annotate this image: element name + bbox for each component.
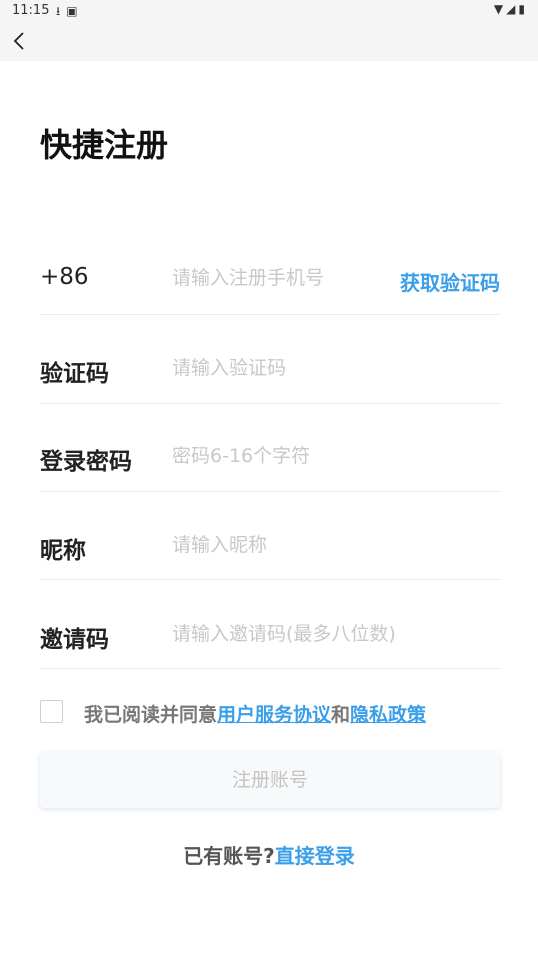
- nickname-label: 昵称: [40, 538, 86, 564]
- page-title: 快捷注册: [40, 126, 169, 164]
- battery-icon: ▮: [518, 2, 528, 16]
- user-agreement-link[interactable]: 用户服务协议: [217, 704, 331, 726]
- password-row: 登录密码: [40, 403, 500, 492]
- code-label: 验证码: [40, 361, 109, 387]
- status-right-icons: ▼◢▮: [494, 2, 528, 16]
- status-bar: 11:15 ⭳▣ ▼◢▮: [0, 0, 538, 22]
- status-time: 11:15: [12, 3, 50, 18]
- password-label: 登录密码: [40, 449, 132, 475]
- nav-bar: [0, 22, 538, 61]
- login-prefix: 已有账号?: [183, 844, 275, 868]
- agreement-prefix: 我已阅读并同意: [84, 704, 218, 726]
- status-left-icons: ⭳▣: [56, 2, 84, 23]
- login-prompt: 已有账号?直接登录: [0, 840, 538, 869]
- agreement-text: 我已阅读并同意用户服务协议和隐私政策: [84, 700, 426, 727]
- invite-row: 邀请码: [40, 580, 500, 669]
- download-icon: ⭳: [56, 4, 67, 18]
- phone-row: +86 获取验证码: [40, 226, 500, 315]
- agreement-row: 我已阅读并同意用户服务协议和隐私政策: [40, 700, 510, 727]
- code-row: 验证码: [40, 315, 500, 404]
- code-input[interactable]: [172, 357, 392, 379]
- country-code: +86: [40, 264, 89, 290]
- agreement-joiner: 和: [331, 704, 351, 726]
- phone-input[interactable]: [172, 267, 392, 289]
- nickname-input[interactable]: [172, 534, 392, 556]
- privacy-policy-link[interactable]: 隐私政策: [350, 704, 426, 726]
- register-button[interactable]: 注册账号: [40, 752, 500, 808]
- get-code-button[interactable]: 获取验证码: [400, 267, 500, 296]
- back-button[interactable]: [8, 28, 34, 54]
- invite-input[interactable]: [172, 623, 492, 645]
- notification-icon: ▣: [66, 4, 84, 18]
- login-link[interactable]: 直接登录: [275, 844, 355, 868]
- signal-icon: ◢: [506, 2, 519, 16]
- back-arrow-icon: [13, 32, 24, 50]
- wifi-icon: ▼: [493, 2, 507, 16]
- password-input[interactable]: [172, 445, 392, 467]
- nickname-row: 昵称: [40, 491, 500, 580]
- invite-label: 邀请码: [40, 627, 109, 653]
- agreement-checkbox[interactable]: [40, 700, 63, 723]
